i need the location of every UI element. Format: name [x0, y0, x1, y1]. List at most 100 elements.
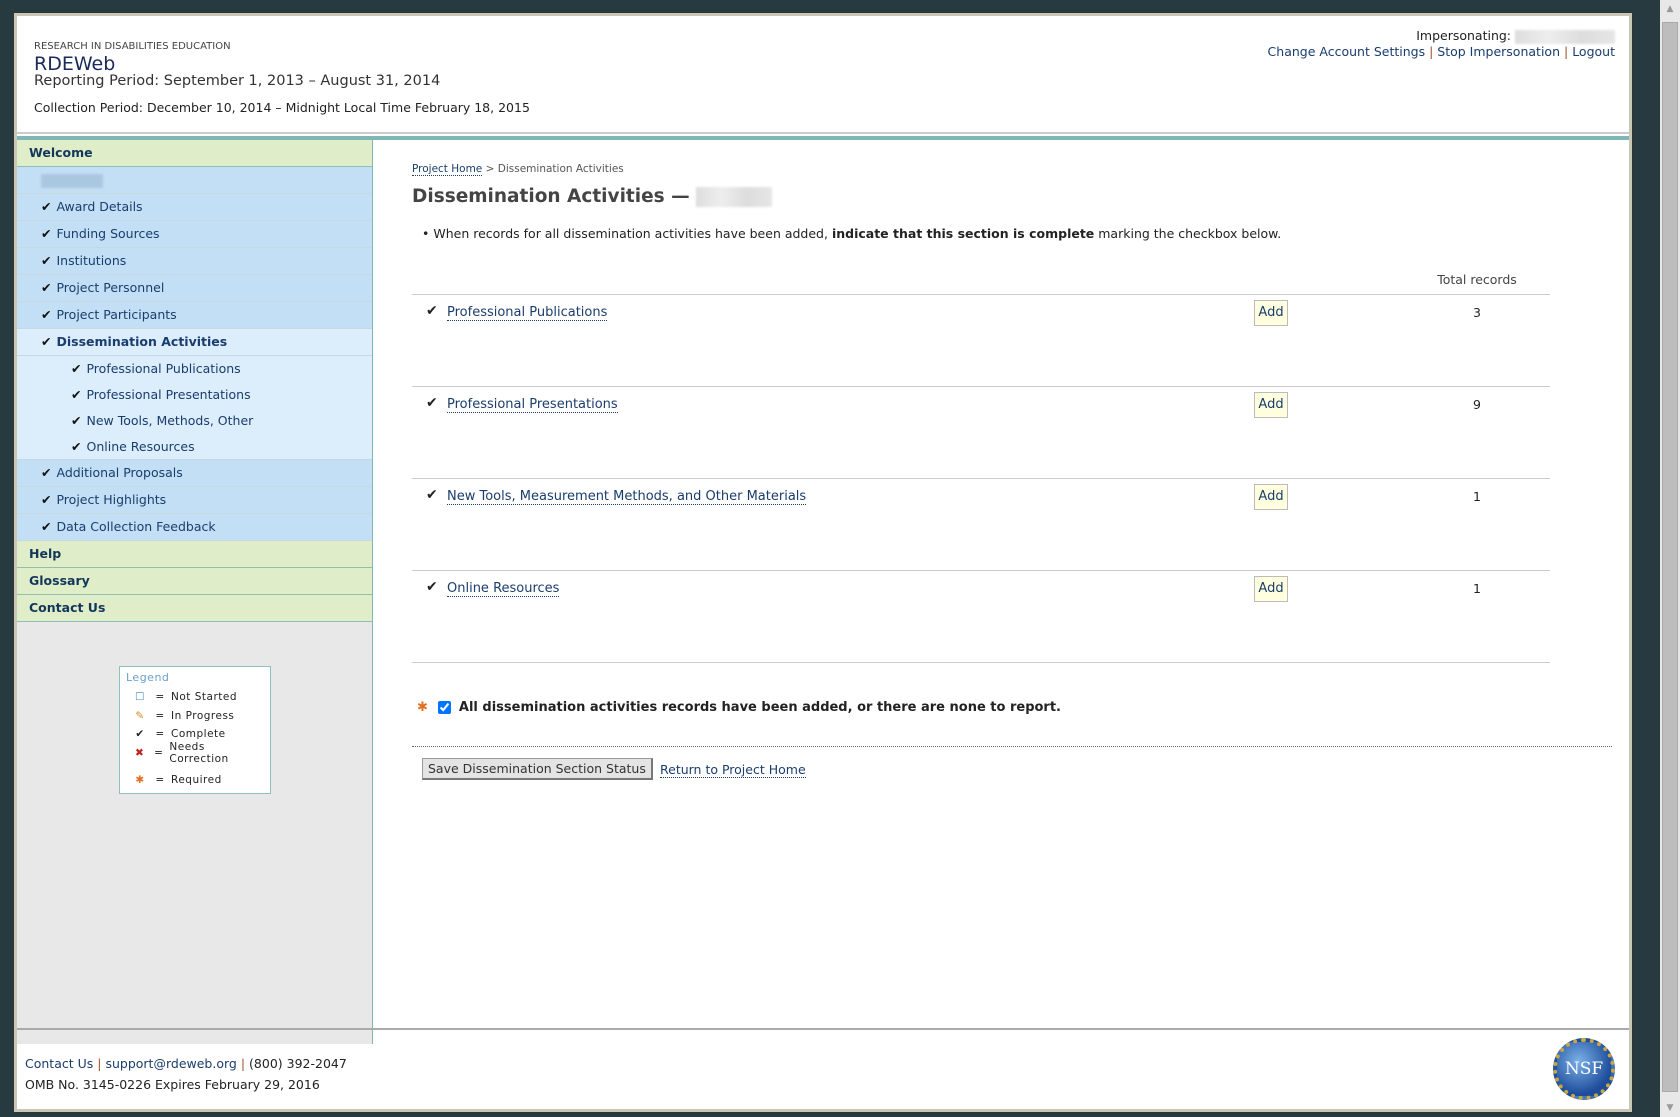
check-icon: ✔: [41, 334, 52, 349]
scroll-up-icon[interactable]: ▲: [1660, 4, 1680, 14]
legend-label: Complete: [171, 728, 226, 741]
equals: =: [155, 728, 165, 741]
footer-email-link[interactable]: support@rdeweb.org: [105, 1056, 236, 1071]
nav-project-name[interactable]: [17, 167, 372, 194]
check-icon: ✔: [41, 492, 52, 507]
add-button[interactable]: Add: [1254, 576, 1288, 602]
scrollbar[interactable]: ▲ ▼: [1660, 0, 1680, 1117]
nav-contact-us[interactable]: Contact Us: [17, 595, 372, 622]
breadcrumb-project-home[interactable]: Project Home: [412, 163, 483, 176]
app-title: RDEWeb: [34, 53, 116, 75]
row-link[interactable]: Professional Publications: [447, 305, 608, 321]
footer-phone: (800) 392-2047: [249, 1056, 347, 1071]
scroll-down-icon[interactable]: ▼: [1660, 1103, 1680, 1113]
nav-glossary[interactable]: Glossary: [17, 568, 372, 595]
nav-label: Project Highlights: [56, 492, 167, 507]
table-row: ✔ Professional Presentations Add 9: [412, 386, 1550, 478]
record-count: 1: [1473, 581, 1481, 596]
redacted-project: [41, 173, 103, 188]
org-name: RESEARCH IN DISABILITIES EDUCATION: [34, 41, 231, 52]
return-to-project-home-link[interactable]: Return to Project Home: [660, 762, 806, 778]
footer-contact-link[interactable]: Contact Us: [25, 1056, 93, 1071]
add-button[interactable]: Add: [1254, 392, 1288, 418]
total-records-header: Total records: [1437, 272, 1517, 287]
nav-additional-proposals[interactable]: ✔ Additional Proposals: [17, 460, 372, 487]
nav-help[interactable]: Help: [17, 541, 372, 568]
nav-label: Dissemination Activities: [56, 334, 228, 349]
nav-sub-new-tools[interactable]: ✔ New Tools, Methods, Other: [17, 408, 372, 434]
record-count: 3: [1473, 305, 1481, 320]
legend-label: In Progress: [171, 709, 235, 722]
page-frame: RESEARCH IN DISABILITIES EDUCATION RDEWe…: [13, 12, 1633, 1113]
nav-project-participants[interactable]: ✔ Project Participants: [17, 302, 372, 329]
nav-project-highlights[interactable]: ✔ Project Highlights: [17, 487, 372, 514]
nav-sub-online-resources[interactable]: ✔ Online Resources: [17, 434, 372, 460]
required-asterisk-icon: ✱: [417, 700, 428, 715]
equals: =: [155, 774, 165, 787]
omb-notice: OMB No. 3145-0226 Expires February 29, 2…: [25, 1077, 320, 1092]
nav-label: Institutions: [56, 253, 127, 268]
check-icon: ✔: [426, 579, 438, 595]
save-section-status-button[interactable]: Save Dissemination Section Status: [422, 758, 653, 780]
scrollbar-thumb[interactable]: [1662, 22, 1678, 1092]
legend-item: ✖ = Needs Correction: [126, 741, 264, 765]
check-icon: ✔: [41, 280, 52, 295]
logout-link[interactable]: Logout: [1572, 44, 1615, 59]
check-icon: ✔: [41, 226, 52, 241]
nav-institutions[interactable]: ✔ Institutions: [17, 248, 372, 275]
separator: |: [240, 1056, 246, 1071]
impersonating-label: Impersonating:: [1416, 28, 1512, 43]
nav-data-collection-feedback[interactable]: ✔ Data Collection Feedback: [17, 514, 372, 541]
header: RESEARCH IN DISABILITIES EDUCATION RDEWe…: [17, 16, 1629, 134]
equals: =: [155, 709, 165, 722]
check-icon: ✔: [41, 465, 52, 480]
nav-sub-presentations[interactable]: ✔ Professional Presentations: [17, 382, 372, 408]
table-row: ✔ Online Resources Add 1: [412, 570, 1550, 662]
legend-item: ✎ = In Progress: [126, 707, 264, 726]
redacted-user: [1515, 29, 1615, 44]
legend-title: Legend: [126, 671, 170, 684]
record-count: 9: [1473, 397, 1481, 412]
nav-label: Project Personnel: [56, 280, 165, 295]
separator: |: [1563, 43, 1569, 59]
check-icon: ✔: [41, 253, 52, 268]
change-account-settings-link[interactable]: Change Account Settings: [1268, 44, 1426, 59]
error-icon: ✖: [134, 746, 145, 759]
account-links: Impersonating: Change Account Settings |…: [1268, 28, 1615, 59]
check-icon: ✔: [71, 439, 82, 454]
check-icon: ✔: [426, 303, 438, 319]
nav-label: Award Details: [56, 199, 143, 214]
nav-award-details[interactable]: ✔ Award Details: [17, 194, 372, 221]
asterisk-icon: ✱: [135, 774, 145, 787]
note-text: marking the checkbox below.: [1094, 226, 1282, 241]
equals: =: [155, 691, 165, 704]
check-icon: ✔: [41, 519, 52, 534]
check-icon: ✔: [41, 307, 52, 322]
nav-label: Online Resources: [86, 439, 195, 454]
row-link[interactable]: New Tools, Measurement Methods, and Othe…: [447, 489, 807, 505]
add-button[interactable]: Add: [1254, 484, 1288, 510]
add-button[interactable]: Add: [1254, 300, 1288, 326]
table-end: [412, 662, 1550, 663]
stop-impersonation-link[interactable]: Stop Impersonation: [1437, 44, 1560, 59]
section-complete-checkbox[interactable]: [437, 701, 451, 714]
table-row: ✔ Professional Publications Add 3: [412, 294, 1550, 386]
legend-item: ☐ = Not Started: [126, 688, 264, 707]
row-link[interactable]: Professional Presentations: [447, 397, 618, 413]
nav-project-personnel[interactable]: ✔ Project Personnel: [17, 275, 372, 302]
nav-funding-sources[interactable]: ✔ Funding Sources: [17, 221, 372, 248]
nav-dissemination-activities[interactable]: ✔ Dissemination Activities: [17, 329, 372, 356]
nav-label: Additional Proposals: [56, 465, 183, 480]
completion-confirm: ✱ All dissemination activities records ha…: [412, 700, 1061, 715]
nav-sub-publications[interactable]: ✔ Professional Publications: [17, 356, 372, 382]
page-title: Dissemination Activities —: [412, 186, 773, 207]
note-text: When records for all dissemination activ…: [433, 226, 832, 241]
nav-label: New Tools, Methods, Other: [86, 413, 254, 428]
footer-contact: Contact Us | support@rdeweb.org | (800) …: [25, 1056, 347, 1071]
check-icon: ✔: [426, 395, 438, 411]
legend: Legend ☐ = Not Started ✎ = In Progress ✔ = Com…: [119, 666, 271, 794]
nav-welcome[interactable]: Welcome: [17, 140, 372, 167]
row-link[interactable]: Online Resources: [447, 581, 560, 597]
divider: [412, 746, 1612, 747]
check-icon: ✔: [41, 199, 52, 214]
